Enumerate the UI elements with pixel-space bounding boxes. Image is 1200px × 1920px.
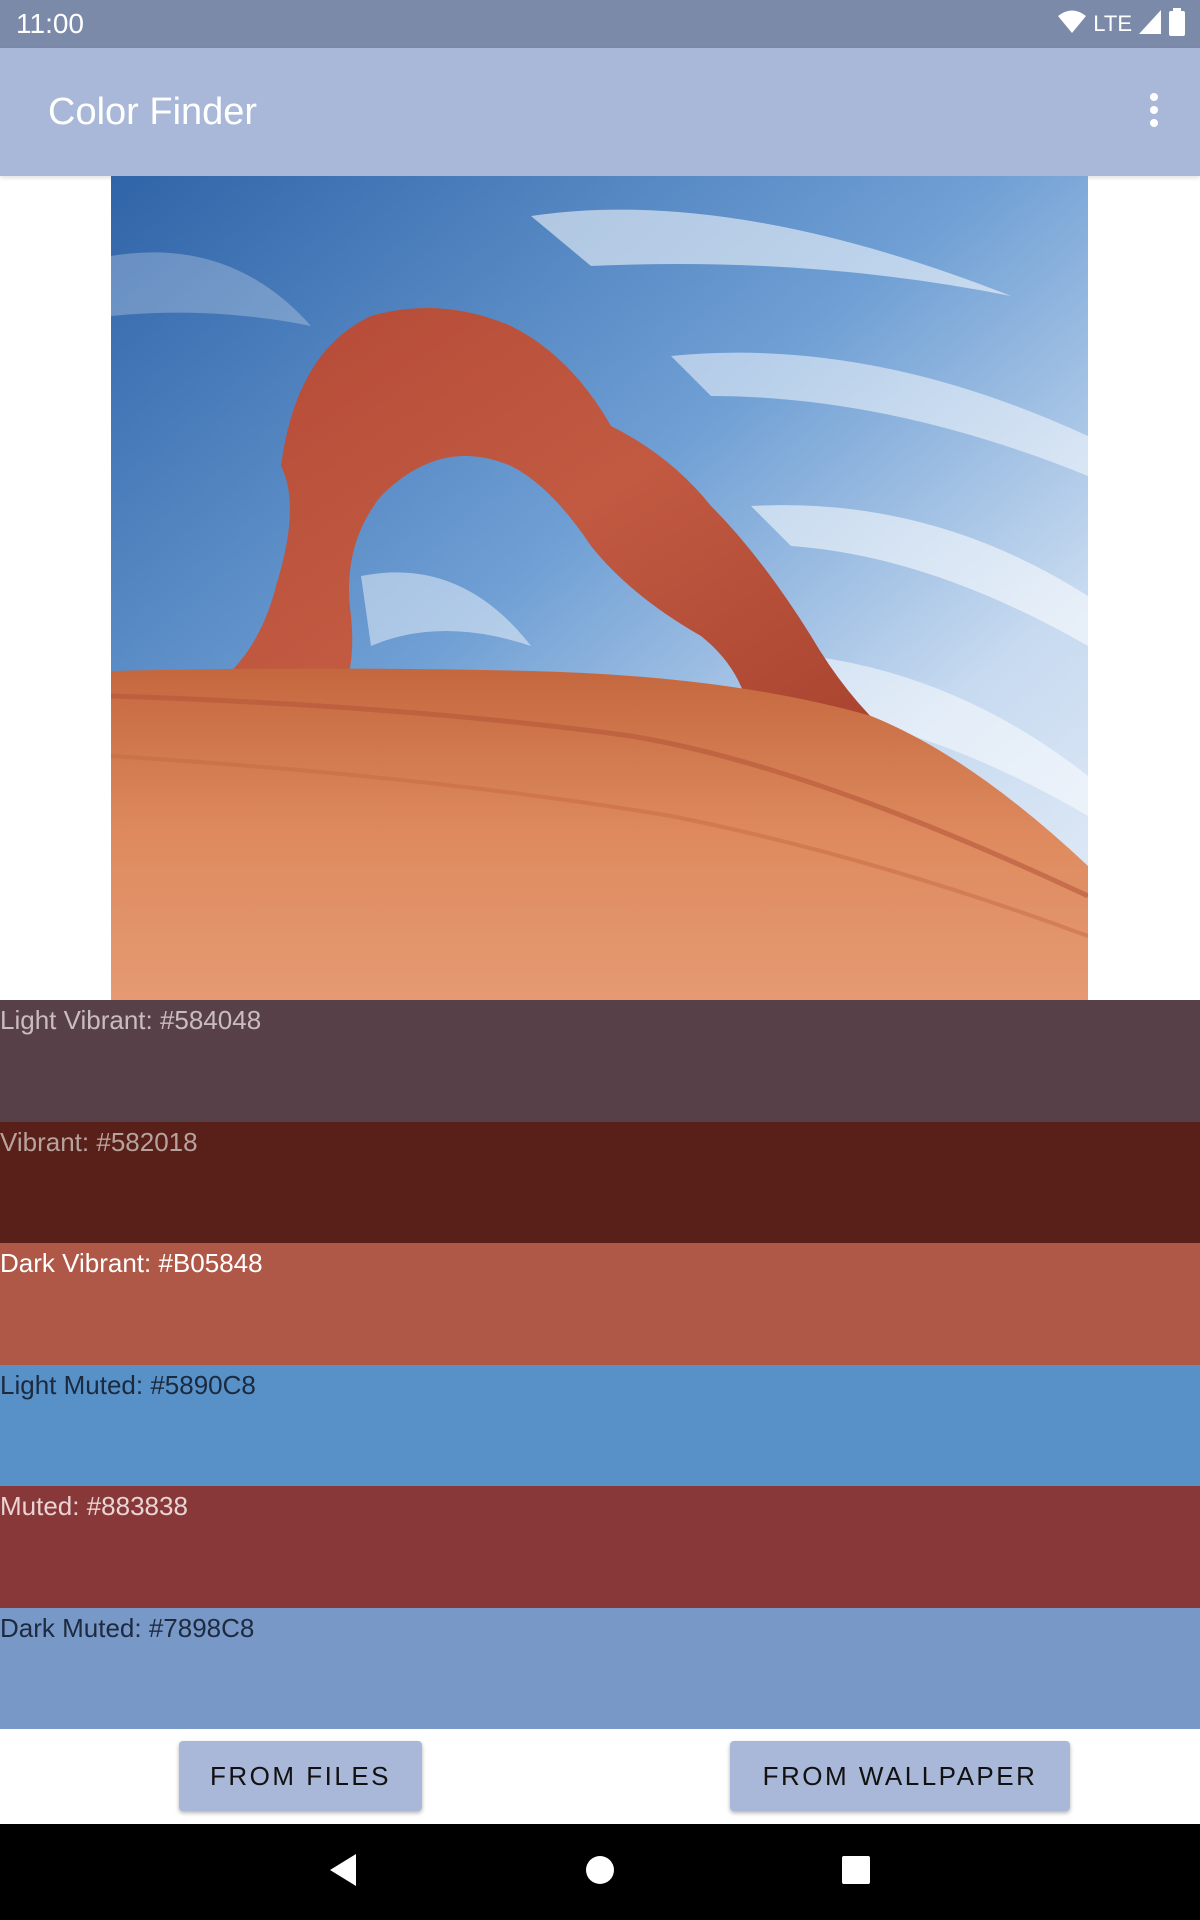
more-vert-icon	[1148, 92, 1160, 132]
swatch-muted: Muted: #883838	[0, 1486, 1200, 1608]
swatch-dark-muted: Dark Muted: #7898C8	[0, 1607, 1200, 1729]
app-title: Color Finder	[48, 91, 258, 133]
swatch-label-light-vibrant: Light Vibrant: #584048	[0, 1005, 262, 1035]
status-icons: LTE	[1057, 8, 1186, 40]
more-options-button[interactable]	[1124, 82, 1184, 142]
recents-icon	[841, 1855, 871, 1889]
swatch-light-vibrant: Light Vibrant: #584048	[0, 1000, 1200, 1122]
swatch-label-dark-vibrant: Dark Vibrant: #B05848	[0, 1248, 263, 1278]
swatch-label-vibrant: Vibrant: #582018	[0, 1126, 198, 1157]
from-wallpaper-button[interactable]: FROM WALLPAPER	[730, 1741, 1070, 1811]
from-files-button[interactable]: FROM FILES	[179, 1741, 422, 1811]
selected-image	[111, 176, 1088, 1000]
app-bar: Color Finder	[0, 48, 1200, 176]
swatch-vibrant: Vibrant: #582018	[0, 1121, 1200, 1243]
swatch-dark-vibrant: Dark Vibrant: #B05848	[0, 1243, 1200, 1365]
battery-icon	[1168, 8, 1186, 40]
swatch-label-dark-muted: Dark Muted: #7898C8	[0, 1612, 255, 1643]
home-button[interactable]	[570, 1842, 630, 1902]
screen: 11:00 LTE Color Finder Light Vibrant: #5…	[0, 0, 1200, 1920]
system-nav-bar	[0, 1824, 1200, 1920]
back-icon	[328, 1853, 358, 1891]
cell-signal-icon	[1138, 9, 1162, 39]
recents-button[interactable]	[826, 1842, 886, 1902]
home-icon	[585, 1855, 615, 1889]
wifi-icon	[1057, 9, 1087, 39]
status-time: 11:00	[16, 8, 84, 39]
back-button[interactable]	[313, 1842, 373, 1902]
swatch-label-muted: Muted: #883838	[0, 1491, 188, 1521]
swatch-light-muted: Light Muted: #5890C8	[0, 1364, 1200, 1486]
swatch-label-light-muted: Light Muted: #5890C8	[0, 1369, 256, 1400]
arch-photo	[111, 176, 1088, 1000]
network-type: LTE	[1093, 11, 1132, 36]
status-bar: 11:00 LTE	[0, 0, 1200, 48]
